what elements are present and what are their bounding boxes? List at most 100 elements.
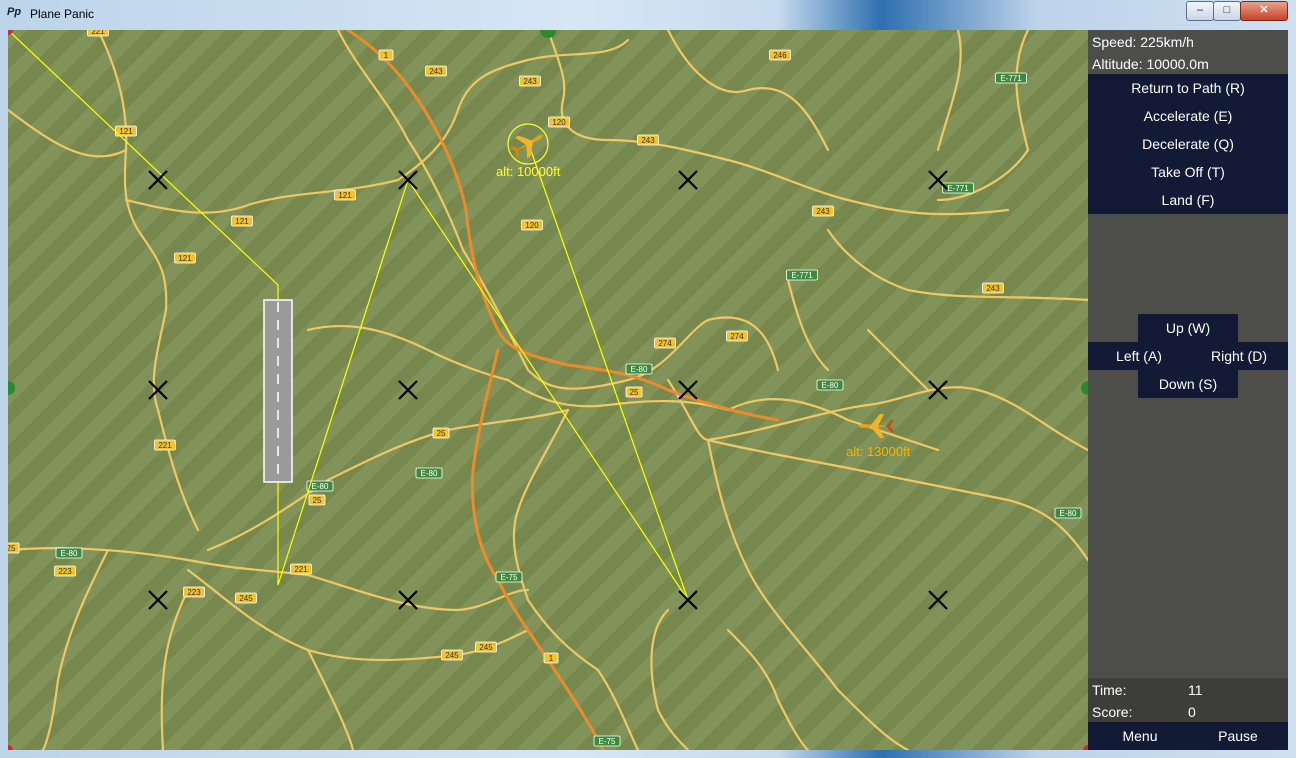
selected-plane-altitude: alt: 10000ft: [496, 164, 561, 179]
svg-text:243: 243: [986, 284, 1000, 293]
waypoint-marker[interactable]: [678, 590, 698, 610]
waypoint-marker[interactable]: [398, 590, 418, 610]
command-menu: Return to Path (R) Accelerate (E) Decele…: [1088, 74, 1288, 214]
time-value: 11: [1188, 682, 1203, 698]
waypoint-marker[interactable]: [928, 170, 948, 190]
land-button[interactable]: Land (F): [1088, 186, 1288, 214]
svg-text:E-80: E-80: [312, 482, 329, 491]
waypoint-marker[interactable]: [678, 170, 698, 190]
score-value: 0: [1188, 704, 1196, 720]
svg-text:243: 243: [523, 77, 537, 86]
svg-text:243: 243: [816, 207, 830, 216]
decelerate-button[interactable]: Decelerate (Q): [1088, 130, 1288, 158]
game-area: 221 1 243 243 246 E-771 120 243 121 121 121 121 120 2…: [8, 30, 1288, 750]
svg-text:25: 25: [437, 429, 446, 438]
bottom-bar: Menu Pause: [1088, 722, 1288, 750]
svg-text:120: 120: [525, 221, 539, 230]
road-shield: 243: [982, 282, 1004, 294]
svg-text:E-75: E-75: [501, 573, 518, 582]
close-button[interactable]: ✕: [1240, 1, 1288, 21]
svg-text:1: 1: [384, 51, 389, 60]
road-shield: E-80: [1054, 507, 1082, 519]
road-shield: E-771: [995, 72, 1027, 84]
road-shield: 274: [726, 330, 748, 342]
entry-marker-top: [540, 30, 556, 38]
waypoint-marker[interactable]: [398, 380, 418, 400]
entry-marker-left: [8, 381, 15, 395]
return-to-path-button[interactable]: Return to Path (R): [1088, 74, 1288, 102]
road-shield: E-80: [816, 379, 844, 391]
road-shield: 120: [521, 219, 543, 231]
svg-text:223: 223: [58, 567, 72, 576]
pause-button[interactable]: Pause: [1188, 722, 1288, 750]
svg-text:274: 274: [658, 339, 672, 348]
control-panel: Speed: 225km/h Altitude: 10000.0m Return…: [1088, 30, 1288, 750]
altitude-readout: Altitude: 10000.0m: [1092, 56, 1209, 72]
svg-text:1: 1: [549, 654, 554, 663]
accelerate-button[interactable]: Accelerate (E): [1088, 102, 1288, 130]
stats-box: Time: 11 Score: 0: [1088, 678, 1288, 722]
svg-text:25: 25: [313, 496, 322, 505]
waypoint-marker[interactable]: [928, 590, 948, 610]
svg-text:245: 245: [479, 643, 493, 652]
runway: [263, 299, 293, 483]
road-shield: E-75: [593, 735, 621, 747]
svg-text:E-75: E-75: [599, 737, 616, 746]
speed-readout: Speed: 225km/h: [1092, 34, 1194, 50]
svg-text:E-771: E-771: [791, 271, 813, 280]
waypoint-marker[interactable]: [148, 170, 168, 190]
waypoint-marker[interactable]: [148, 590, 168, 610]
svg-text:E-771: E-771: [1000, 74, 1022, 83]
app-icon: Pp: [7, 6, 22, 18]
svg-text:120: 120: [552, 118, 566, 127]
score-label: Score:: [1092, 704, 1133, 720]
down-button[interactable]: Down (S): [1138, 370, 1238, 398]
svg-text:E-80: E-80: [61, 549, 78, 558]
road-shield: E-80: [55, 547, 83, 559]
svg-text:223: 223: [187, 588, 201, 597]
svg-text:274: 274: [730, 332, 744, 341]
other-plane-altitude: alt: 13000ft: [846, 444, 911, 459]
up-button[interactable]: Up (W): [1138, 314, 1238, 342]
time-label: Time:: [1092, 682, 1127, 698]
svg-text:E-80: E-80: [822, 381, 839, 390]
road-shield: E-80: [625, 363, 653, 375]
road-shield: E-771: [786, 269, 818, 281]
svg-text:E-80: E-80: [631, 365, 648, 374]
take-off-button[interactable]: Take Off (T): [1088, 158, 1288, 186]
road-shield: 121: [231, 215, 253, 227]
road-shield: 221: [154, 439, 176, 451]
title-bar: Pp Plane Panic – □ ✕: [0, 0, 1296, 28]
left-button[interactable]: Left (A): [1088, 342, 1190, 370]
map-view[interactable]: 221 1 243 243 246 E-771 120 243 121 121 121 121 120 2…: [8, 30, 1088, 750]
road-shield: 25: [625, 386, 643, 398]
menu-button[interactable]: Menu: [1090, 722, 1190, 750]
road-shield: 243: [425, 65, 447, 77]
svg-text:25: 25: [630, 388, 639, 397]
maximize-button[interactable]: □: [1213, 1, 1241, 21]
road-shield: 245: [235, 592, 257, 604]
svg-text:245: 245: [239, 594, 253, 603]
svg-text:121: 121: [235, 217, 249, 226]
svg-text:221: 221: [91, 30, 105, 36]
road-shield: 243: [519, 75, 541, 87]
selected-plane[interactable]: [506, 123, 549, 165]
app-window: Pp Plane Panic – □ ✕ 221 1 243 243 246 E…: [0, 0, 1296, 758]
road-shield: E-75: [495, 571, 523, 583]
road-shield: 243: [812, 205, 834, 217]
waypoint-marker[interactable]: [148, 380, 168, 400]
svg-text:E-771: E-771: [947, 184, 969, 193]
road-shield: 245: [441, 649, 463, 661]
road-shield: 221: [290, 563, 312, 575]
entry-marker-right: [1081, 381, 1088, 395]
svg-text:25: 25: [8, 544, 16, 553]
road-shield: 274: [654, 337, 676, 349]
road-shield: 121: [174, 252, 196, 264]
road-shield: 246: [769, 49, 791, 61]
road-shield: 223: [183, 586, 205, 598]
svg-text:121: 121: [338, 191, 352, 200]
road-shield: 1: [378, 49, 394, 61]
svg-text:221: 221: [294, 565, 308, 574]
right-button[interactable]: Right (D): [1190, 342, 1288, 370]
minimize-button[interactable]: –: [1186, 1, 1214, 21]
